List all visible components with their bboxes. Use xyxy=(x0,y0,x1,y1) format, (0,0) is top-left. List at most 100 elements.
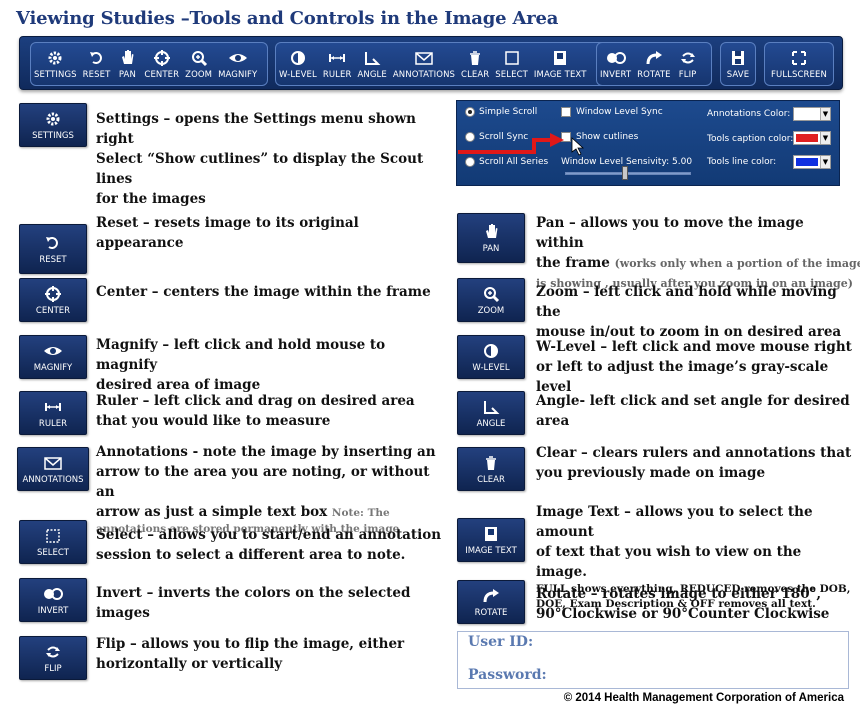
toolbar-annotations-button[interactable]: ANNOTATIONS xyxy=(390,43,458,85)
page-title: Viewing Studies –Tools and Controls in t… xyxy=(16,8,559,29)
toolbar-clear-button[interactable]: CLEAR xyxy=(458,43,492,85)
toolbar-settings-label: SETTINGS xyxy=(34,70,77,80)
invert-desc-line2: images xyxy=(96,605,150,621)
wl-sensitivity-slider-thumb[interactable] xyxy=(622,166,628,180)
gear-icon xyxy=(48,51,62,65)
invert-icon xyxy=(606,52,626,64)
toolbar-group-measure: W-LEVEL RULER ANGLE ANNOTATIONS CLEAR SE… xyxy=(275,42,609,86)
toolbar-center-label: CENTER xyxy=(144,70,180,80)
rotate-desc-line2: 90°Clockwise or 90°Counter Clockwise xyxy=(536,606,830,622)
simple-scroll-radio[interactable] xyxy=(465,107,475,117)
angle-desc-line2: area xyxy=(536,413,570,429)
tile-annotations[interactable]: ANNOTATIONS xyxy=(17,447,89,491)
center-description: Center – centers the image within the fr… xyxy=(96,282,446,302)
wlevel-desc-line1: W-Level – left click and move mouse righ… xyxy=(536,339,852,355)
tools-line-color-label: Tools line color: xyxy=(707,157,777,167)
invert-desc-line1: Invert – inverts the colors on the selec… xyxy=(96,585,411,601)
wl-sensitivity-slider-track[interactable] xyxy=(565,172,691,175)
image-text-icon xyxy=(554,51,567,65)
flip-icon xyxy=(680,52,695,64)
toolbar-wlevel-label: W-LEVEL xyxy=(279,70,317,80)
eye-icon xyxy=(228,54,247,62)
toolbar-flip-button[interactable]: FLIP xyxy=(674,43,702,85)
settings-desc-line3: for the images xyxy=(96,191,206,207)
user-id-label: User ID: xyxy=(468,634,534,650)
caption-color-picker[interactable]: ▼ xyxy=(793,131,831,145)
rotate-icon xyxy=(646,51,662,65)
eye-icon xyxy=(44,347,62,355)
toolbar-invert-button[interactable]: INVERT xyxy=(597,43,634,85)
invert-icon xyxy=(44,588,63,600)
window-level-sync-option[interactable]: Window Level Sync xyxy=(561,107,663,117)
ruler-desc-line2: that you would like to measure xyxy=(96,413,331,429)
clear-desc-line1: Clear – clears rulers and annotations th… xyxy=(536,445,852,461)
image-text-desc-line1: Image Text – allows you to select the am… xyxy=(536,504,813,540)
fullscreen-icon xyxy=(791,51,806,65)
window-level-sync-checkbox[interactable] xyxy=(561,107,571,117)
toolbar-magnify-button[interactable]: MAGNIFY xyxy=(215,43,260,85)
tile-reset[interactable]: RESET xyxy=(19,224,87,274)
tile-wlevel[interactable]: W-LEVEL xyxy=(457,335,525,379)
tile-zoom[interactable]: ZOOM xyxy=(457,278,525,322)
tile-settings[interactable]: SETTINGS xyxy=(19,103,87,147)
toolbar-ruler-button[interactable]: RULER xyxy=(320,43,355,85)
rotate-icon xyxy=(483,589,499,603)
tile-angle[interactable]: ANGLE xyxy=(457,391,525,435)
chevron-down-icon: ▼ xyxy=(820,156,830,168)
annotations-note-part1: Note: The xyxy=(331,507,390,519)
tile-magnify[interactable]: MAGNIFY xyxy=(19,335,87,379)
toolbar-save-label: SAVE xyxy=(726,70,750,80)
annotations-desc-line3: arrow as just a simple text box xyxy=(96,504,328,520)
tile-flip[interactable]: FLIP xyxy=(19,636,87,680)
scroll-all-series-radio[interactable] xyxy=(465,157,475,167)
zoom-icon xyxy=(484,287,500,303)
select-desc-line2: session to select a different area to no… xyxy=(96,547,406,563)
tile-clear[interactable]: CLEAR xyxy=(457,447,525,491)
annotations-color-swatch xyxy=(796,110,818,118)
toolbar-angle-label: ANGLE xyxy=(357,70,387,80)
line-color-swatch xyxy=(796,158,818,166)
ruler-description: Ruler – left click and drag on desired a… xyxy=(96,391,446,431)
annotations-desc-line2: arrow to the area you are noting, or wit… xyxy=(96,464,430,500)
toolbar-fullscreen-button[interactable]: FULLSCREEN xyxy=(768,43,830,85)
tile-ruler[interactable]: RULER xyxy=(19,391,87,435)
toolbar-zoom-button[interactable]: ZOOM xyxy=(182,43,215,85)
toolbar-group-fullscreen: FULLSCREEN xyxy=(764,42,834,86)
tile-image-text[interactable]: IMAGE TEXT xyxy=(457,518,525,562)
toolbar-pan-button[interactable]: PAN xyxy=(113,43,141,85)
toolbar-reset-button[interactable]: RESET xyxy=(80,43,114,85)
toolbar-annotations-label: ANNOTATIONS xyxy=(392,70,456,80)
wlevel-description: W-Level – left click and move mouse righ… xyxy=(536,337,854,397)
annotations-description: Annotations - note the image by insertin… xyxy=(96,442,452,537)
tile-invert[interactable]: INVERT xyxy=(19,578,87,622)
simple-scroll-option[interactable]: Simple Scroll xyxy=(465,107,537,117)
toolbar-settings-button[interactable]: SETTINGS xyxy=(31,43,80,85)
pan-desc-line2: the frame xyxy=(536,255,610,271)
toolbar-save-button[interactable]: SAVE xyxy=(724,43,752,85)
chevron-down-icon: ▼ xyxy=(820,108,830,120)
tile-rotate[interactable]: ROTATE xyxy=(457,580,525,624)
tile-pan[interactable]: PAN xyxy=(457,213,525,263)
envelope-icon xyxy=(415,52,433,65)
scroll-all-series-option[interactable]: Scroll All Series xyxy=(465,157,548,167)
tile-flip-label: FLIP xyxy=(44,664,62,674)
toolbar-select-button[interactable]: SELECT xyxy=(492,43,531,85)
tools-caption-color-label: Tools caption color: xyxy=(707,134,794,144)
annotations-color-picker[interactable]: ▼ xyxy=(793,107,831,121)
center-desc-line1: Center – centers the image within the fr… xyxy=(96,284,431,300)
line-color-picker[interactable]: ▼ xyxy=(793,155,831,169)
angle-description: Angle- left click and set angle for desi… xyxy=(536,391,854,431)
tile-settings-label: SETTINGS xyxy=(32,131,74,141)
toolbar-image-text-button[interactable]: IMAGE TEXT xyxy=(531,43,590,85)
tile-select[interactable]: SELECT xyxy=(19,520,87,564)
toolbar-center-button[interactable]: CENTER xyxy=(141,43,182,85)
toolbar-rotate-button[interactable]: ROTATE xyxy=(634,43,673,85)
toolbar-magnify-label: MAGNIFY xyxy=(218,70,258,80)
toolbar-wlevel-button[interactable]: W-LEVEL xyxy=(276,43,320,85)
annotations-desc-line3-row: arrow as just a simple text box Note: Th… xyxy=(96,502,452,522)
tile-center[interactable]: CENTER xyxy=(19,278,87,322)
pan-desc-note1: (works only when a portion of the image xyxy=(614,257,860,270)
toolbar-angle-button[interactable]: ANGLE xyxy=(355,43,390,85)
pan-desc-line1: Pan – allows you to move the image withi… xyxy=(536,215,804,251)
angle-icon xyxy=(484,401,500,414)
